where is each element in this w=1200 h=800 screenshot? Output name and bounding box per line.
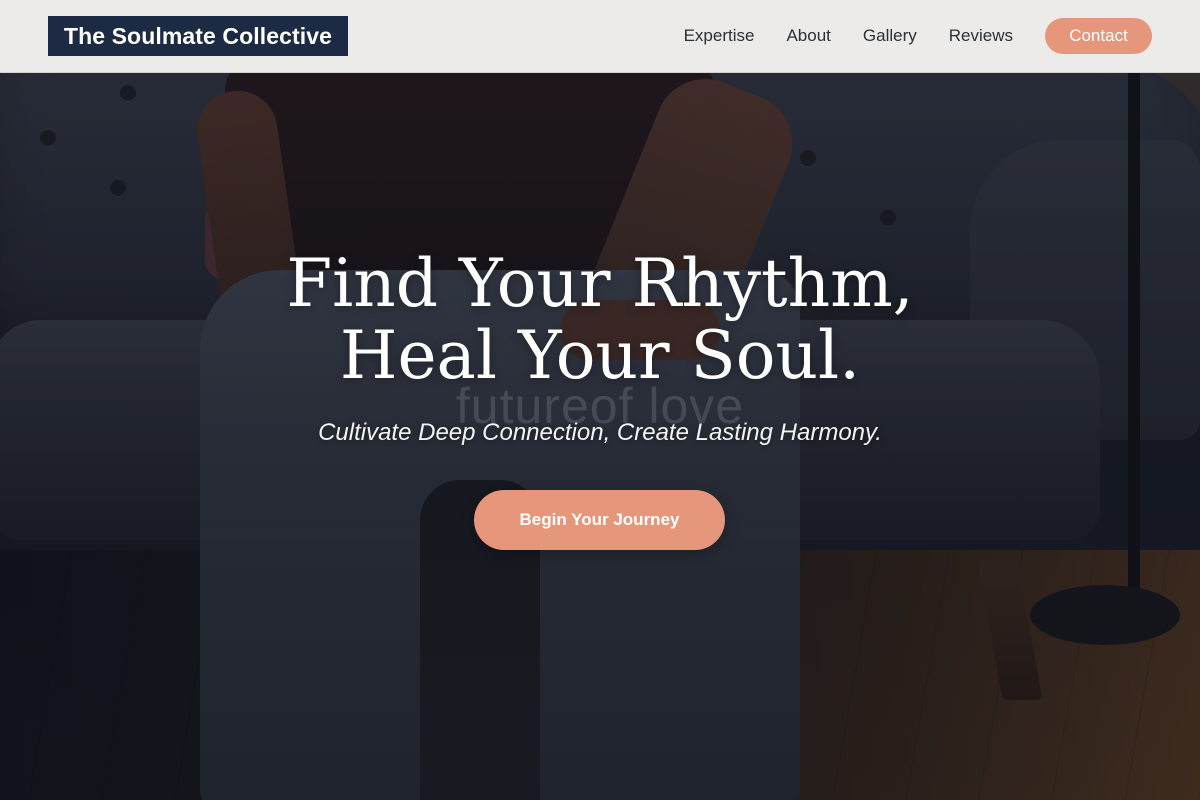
begin-journey-button[interactable]: Begin Your Journey: [474, 490, 725, 550]
nav-link-reviews[interactable]: Reviews: [949, 26, 1013, 46]
contact-button[interactable]: Contact: [1045, 18, 1152, 54]
page: The Soulmate Collective Expertise About …: [0, 0, 1200, 800]
nav-link-expertise[interactable]: Expertise: [684, 26, 755, 46]
site-header: The Soulmate Collective Expertise About …: [0, 0, 1200, 73]
hero-section: futureof love Find Your Rhythm, Heal You…: [0, 72, 1200, 800]
hero-headline-line2: Heal Your Soul.: [339, 317, 861, 394]
hero-headline-line1: Find Your Rhythm,: [286, 245, 914, 322]
nav-link-about[interactable]: About: [786, 26, 830, 46]
main-nav: Expertise About Gallery Reviews Contact: [684, 18, 1152, 54]
hero-headline: Find Your Rhythm, Heal Your Soul.: [0, 248, 1200, 392]
hero-tagline: Cultivate Deep Connection, Create Lastin…: [318, 419, 882, 446]
brand-logo[interactable]: The Soulmate Collective: [48, 16, 348, 56]
nav-link-gallery[interactable]: Gallery: [863, 26, 917, 46]
